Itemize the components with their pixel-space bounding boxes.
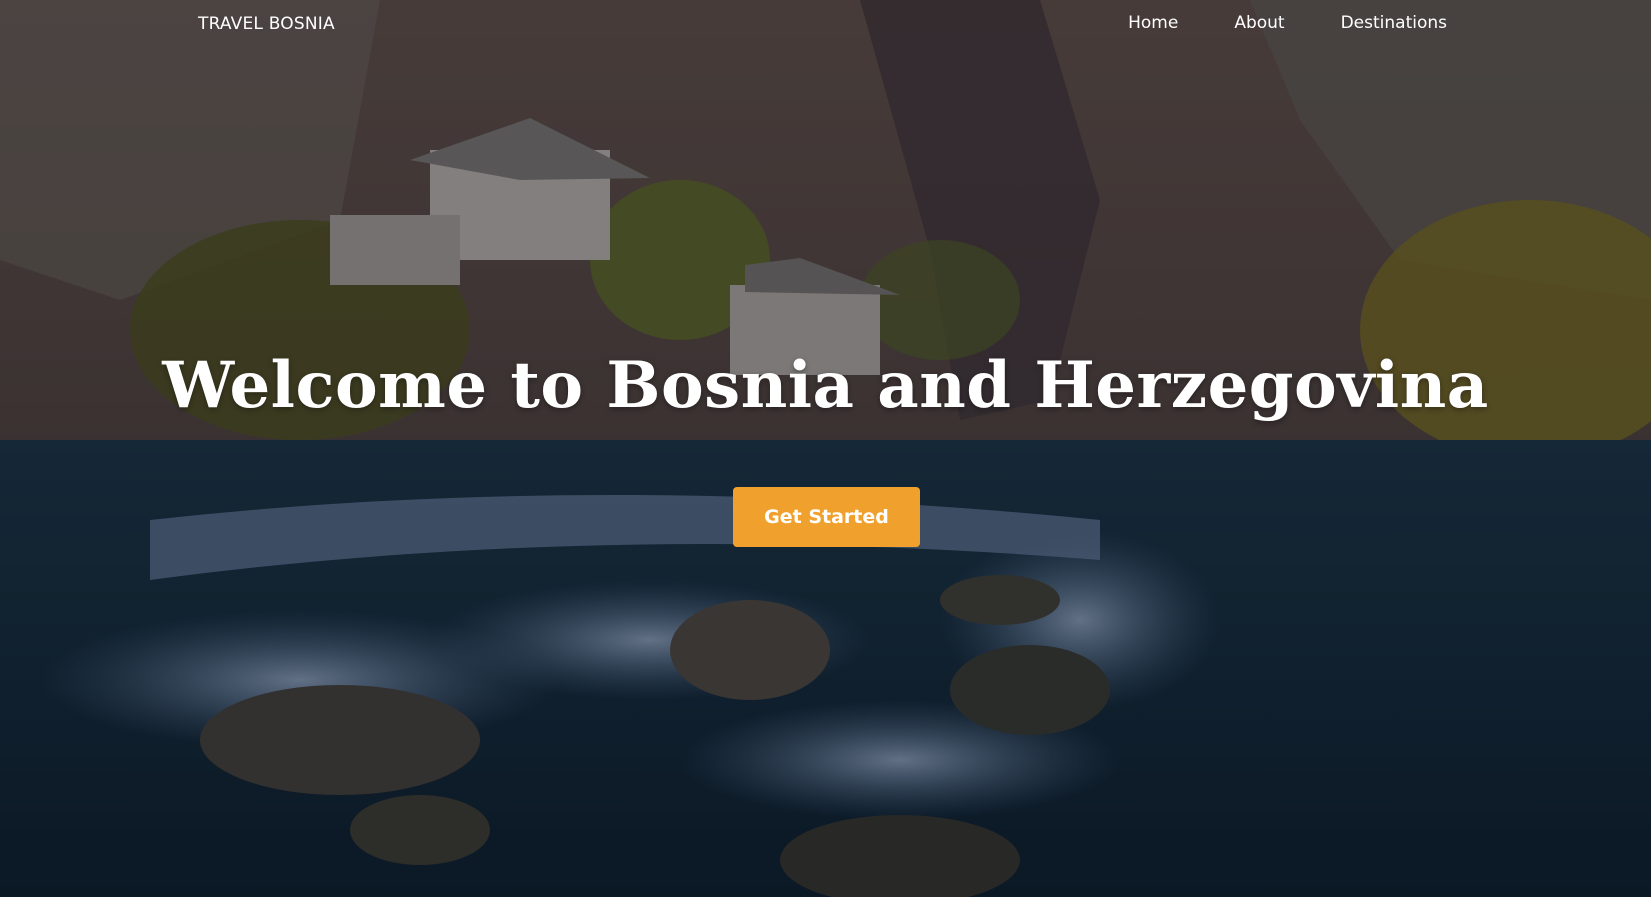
hero-section: TRAVEL BOSNIA Home About Destinations We…	[0, 0, 1651, 897]
nav-link-about[interactable]: About	[1234, 13, 1284, 33]
brand-logo-text[interactable]: TRAVEL BOSNIA	[198, 14, 335, 34]
top-navbar: TRAVEL BOSNIA Home About Destinations	[0, 0, 1651, 50]
hero-dark-overlay	[0, 0, 1651, 897]
nav-link-home[interactable]: Home	[1128, 13, 1178, 33]
nav-link-destinations[interactable]: Destinations	[1341, 13, 1447, 33]
nav-links: Home About Destinations	[1128, 13, 1447, 33]
hero-headline: Welcome to Bosnia and Herzegovina	[162, 348, 1489, 423]
get-started-button[interactable]: Get Started	[733, 487, 920, 547]
